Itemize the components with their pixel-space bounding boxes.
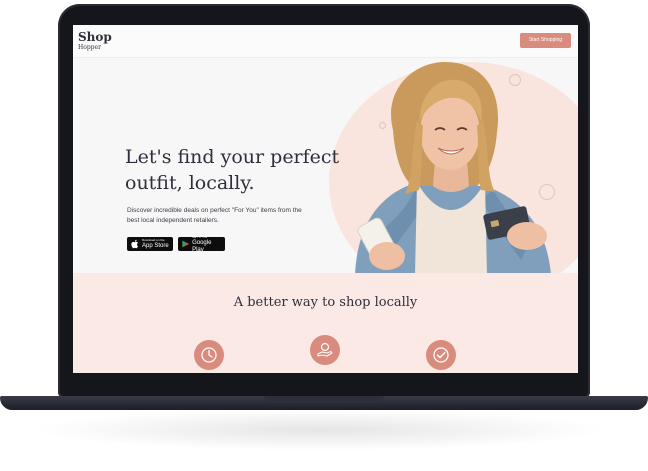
app-store-label: App Store: [142, 243, 169, 249]
start-shopping-button[interactable]: Start Shopping: [520, 33, 571, 48]
google-play-icon: [182, 240, 189, 248]
hand-coin-icon: [317, 342, 333, 357]
feature-quality: [426, 340, 456, 370]
laptop-notch: [264, 396, 384, 401]
clock-icon: [201, 347, 217, 363]
google-play-badge[interactable]: GET IT ON Google Play: [178, 235, 225, 253]
hero-description: Discover incredible deals on perfect "Fo…: [127, 207, 302, 224]
google-play-label: Google Play: [192, 239, 212, 253]
feature-speed: [194, 340, 224, 370]
laptop-shadow: [40, 410, 600, 450]
apple-icon: [131, 239, 138, 249]
checkmark-badge-icon: [433, 347, 449, 363]
logo[interactable]: Shop Hopper: [78, 31, 118, 53]
features-title: A better way to shop locally: [233, 295, 418, 310]
hero-woman-image: [355, 62, 551, 275]
top-nav: Shop Hopper Start Shopping: [73, 25, 578, 58]
logo-sub: Hopper: [78, 44, 101, 51]
features-section: A better way to shop locally: [73, 273, 578, 373]
feature-savings: [310, 335, 340, 365]
logo-main: Shop: [78, 30, 112, 44]
app-store-badge[interactable]: Download on the App Store: [127, 237, 173, 251]
laptop-screen: Shop Hopper Start Shopping Let's find yo…: [73, 25, 578, 373]
hero-title: Let's find your perfect outfit, locally.: [125, 146, 340, 194]
